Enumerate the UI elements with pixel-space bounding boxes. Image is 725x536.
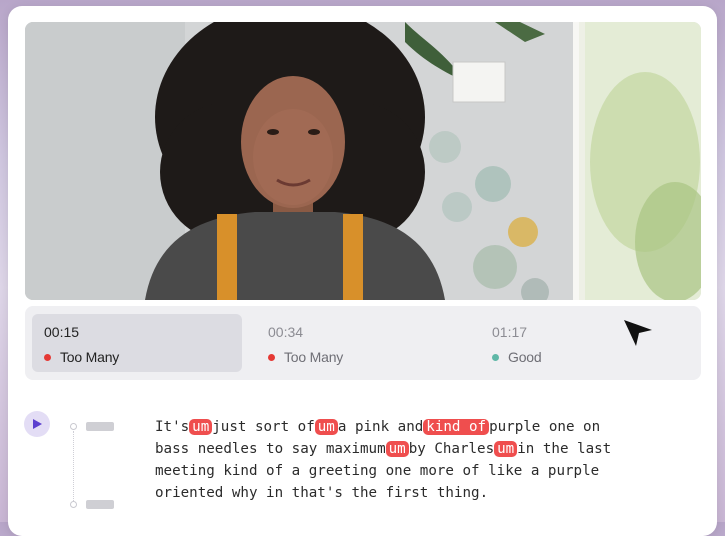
transcript-word-run: oriented why in that's the first thing.	[155, 485, 489, 501]
timeline-segment-1[interactable]: 00:15 Too Many	[32, 314, 242, 372]
segment-status-label: Too Many	[60, 349, 120, 365]
filler-word-highlight[interactable]: um	[189, 419, 213, 435]
transcript-line: oriented why in that's the first thing.	[155, 482, 695, 504]
video-frame	[25, 22, 701, 300]
segment-status: Too Many	[268, 349, 466, 365]
transcript-text: It's um just sort of um a pink and kind of pur…	[155, 416, 695, 504]
segment-time: 01:17	[492, 324, 528, 340]
transcript-line: bass needles to say maximum um by Charles u…	[155, 438, 695, 460]
transcript-word-run: a pink and	[337, 419, 424, 435]
segment-status-label: Too Many	[284, 349, 344, 365]
filler-word-highlight[interactable]: um	[494, 441, 518, 457]
segment-status-label: Good	[508, 349, 542, 365]
transcript-word-run: meeting kind of a greeting one more of l…	[155, 463, 600, 479]
transcript-word-run: just sort of	[212, 419, 315, 435]
transcript-word-run: by Charles	[408, 441, 495, 457]
mouse-pointer-icon	[624, 320, 652, 346]
play-button[interactable]	[24, 411, 50, 437]
segment-status: Good	[492, 349, 690, 365]
segment-status: Too Many	[44, 349, 242, 365]
transcript-rail	[73, 431, 74, 503]
video-player[interactable]	[25, 22, 701, 300]
status-dot-icon	[44, 353, 51, 361]
segment-time: 00:34	[268, 324, 304, 340]
filler-word-highlight[interactable]: kind of	[423, 419, 490, 435]
transcript-marker-bar	[86, 422, 114, 431]
segment-time: 00:15	[44, 324, 80, 340]
transcript-line: meeting kind of a greeting one more of l…	[155, 460, 695, 482]
transcript-word-run: purple one on	[489, 419, 601, 435]
filler-word-highlight[interactable]: um	[314, 419, 338, 435]
transcript-word-run: bass needles to say maximum	[155, 441, 386, 457]
play-icon	[33, 419, 42, 429]
transcript-word-run: in the last	[517, 441, 612, 457]
timeline-segment-2[interactable]: 00:34 Too Many	[256, 314, 466, 372]
timeline-segment-3[interactable]: 01:17 Good	[480, 314, 690, 372]
transcript-node-next	[70, 501, 77, 508]
transcript-marker-bar	[86, 500, 114, 509]
transcript-line: It's um just sort of um a pink and kind of pur…	[155, 416, 695, 438]
status-dot-icon	[492, 353, 499, 361]
status-dot-icon	[268, 353, 275, 361]
filler-word-highlight[interactable]: um	[385, 441, 409, 457]
transcript-node-start	[70, 423, 77, 430]
filler-word-timeline: 00:15 Too Many 00:34 Too Many 01:17 Good	[25, 306, 701, 380]
transcript-word-run: It's	[155, 419, 190, 435]
